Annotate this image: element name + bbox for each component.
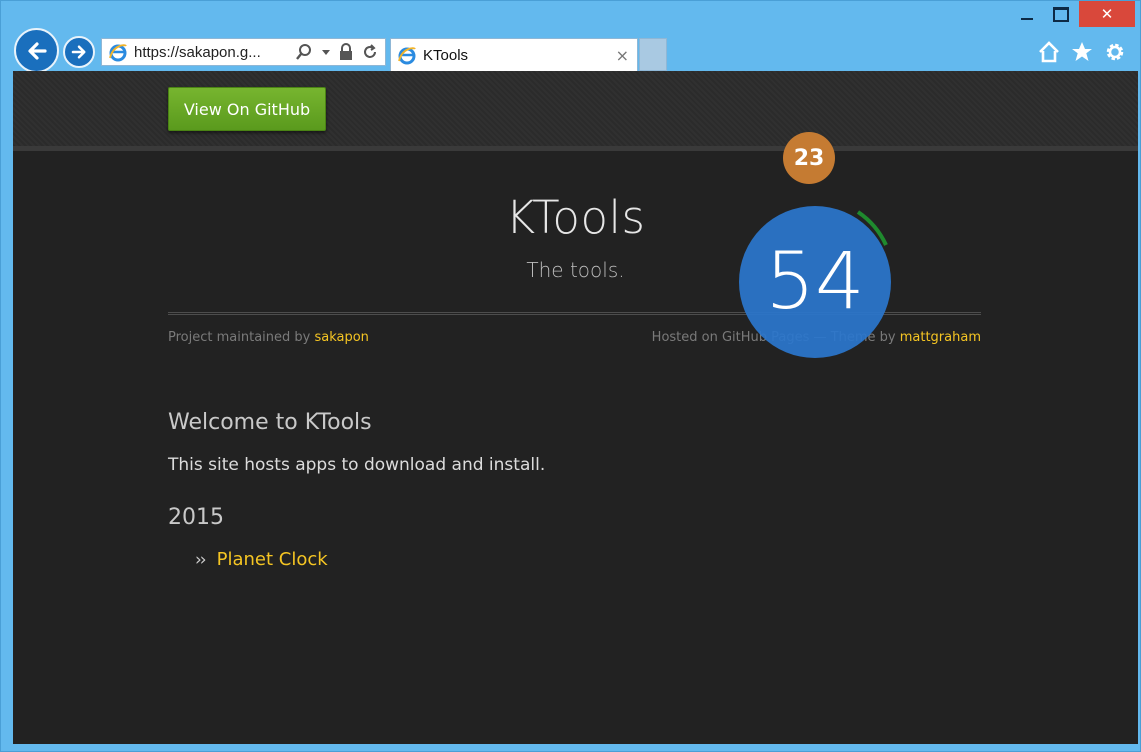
refresh-icon[interactable] bbox=[361, 43, 379, 61]
small-count-badge: 23 bbox=[783, 132, 835, 184]
page-content: View On GitHub KTools The tools. Project… bbox=[13, 71, 1138, 744]
chevron-bullet-icon: ›› bbox=[195, 549, 207, 570]
site-description: This site hosts apps to download and ins… bbox=[168, 455, 546, 475]
maximize-button[interactable] bbox=[1045, 1, 1077, 27]
planet-clock-link[interactable]: Planet Clock bbox=[217, 549, 328, 570]
theme-author-link[interactable]: mattgraham bbox=[900, 330, 981, 345]
big-count-value: 54 bbox=[739, 206, 891, 358]
url-text: https://sakapon.g... bbox=[134, 43, 261, 61]
arrow-left-icon bbox=[27, 41, 47, 60]
maintainer-line: Project maintained by sakapon bbox=[168, 330, 369, 345]
dropdown-icon[interactable] bbox=[321, 47, 331, 57]
gear-icon bbox=[1106, 43, 1124, 61]
lock-icon[interactable] bbox=[339, 43, 353, 61]
close-button[interactable]: ✕ bbox=[1079, 1, 1135, 27]
maintainer-link[interactable]: sakapon bbox=[314, 330, 368, 345]
minimize-button[interactable] bbox=[1011, 1, 1043, 27]
browser-window: ✕ https://sakapon.g... KTools × View On … bbox=[0, 0, 1141, 752]
settings-button[interactable] bbox=[1102, 39, 1128, 65]
page-header: View On GitHub bbox=[13, 71, 1138, 151]
forward-button[interactable] bbox=[63, 36, 95, 68]
big-count-badge: 54 bbox=[736, 203, 896, 363]
close-icon: ✕ bbox=[1100, 5, 1114, 23]
home-icon bbox=[1039, 41, 1059, 63]
search-icon[interactable] bbox=[295, 43, 313, 61]
page-title: KTools bbox=[505, 191, 646, 244]
tab-close-icon[interactable]: × bbox=[616, 46, 629, 65]
back-button[interactable] bbox=[14, 28, 59, 73]
year-heading: 2015 bbox=[168, 505, 224, 530]
address-bar[interactable]: https://sakapon.g... bbox=[101, 38, 386, 66]
welcome-heading: Welcome to KTools bbox=[168, 410, 372, 435]
tab-ktools[interactable]: KTools × bbox=[390, 38, 638, 71]
minimize-icon bbox=[1021, 18, 1033, 20]
page-subtitle: The tools. bbox=[526, 258, 625, 282]
ie-icon bbox=[109, 44, 127, 62]
new-tab-button[interactable] bbox=[639, 38, 667, 71]
star-icon bbox=[1072, 42, 1092, 61]
maximize-icon bbox=[1053, 6, 1069, 22]
maintained-prefix: Project maintained by bbox=[168, 330, 315, 345]
arrow-right-icon bbox=[71, 45, 86, 59]
view-on-github-button[interactable]: View On GitHub bbox=[168, 87, 326, 131]
tab-ie-icon bbox=[398, 47, 416, 65]
list-item: ›› Planet Clock bbox=[195, 549, 328, 570]
tab-title: KTools bbox=[423, 46, 469, 64]
home-button[interactable] bbox=[1036, 39, 1062, 65]
favorites-button[interactable] bbox=[1069, 39, 1095, 65]
